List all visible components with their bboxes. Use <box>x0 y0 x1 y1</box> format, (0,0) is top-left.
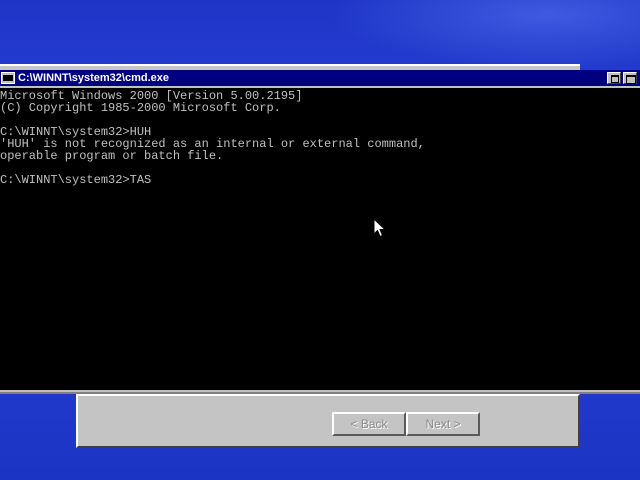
console-titlebar[interactable]: C:\WINNT\system32\cmd.exe <box>0 70 640 86</box>
console-output[interactable]: Microsoft Windows 2000 [Version 5.00.219… <box>0 88 640 390</box>
command-prompt-line[interactable]: C:\WINNT\system32>TAS <box>0 174 640 186</box>
desktop-highlight <box>330 0 640 70</box>
window-title: C:\WINNT\system32\cmd.exe <box>18 72 169 84</box>
console-line: operable program or batch file. <box>0 149 224 163</box>
close-icon[interactable] <box>623 72 637 84</box>
setup-wizard-panel: < Back Next > <box>76 394 580 448</box>
console-window[interactable]: C:\WINNT\system32\cmd.exe Microsoft Wind… <box>0 70 640 394</box>
console-app-icon[interactable] <box>1 72 15 84</box>
back-button[interactable]: < Back <box>332 412 406 436</box>
next-button[interactable]: Next > <box>406 412 480 436</box>
restore-icon[interactable] <box>607 72 621 84</box>
prompt-text: C:\WINNT\system32>TAS <box>0 173 152 187</box>
console-line: (C) Copyright 1985-2000 Microsoft Corp. <box>0 101 281 115</box>
mouse-pointer-icon <box>373 218 387 238</box>
